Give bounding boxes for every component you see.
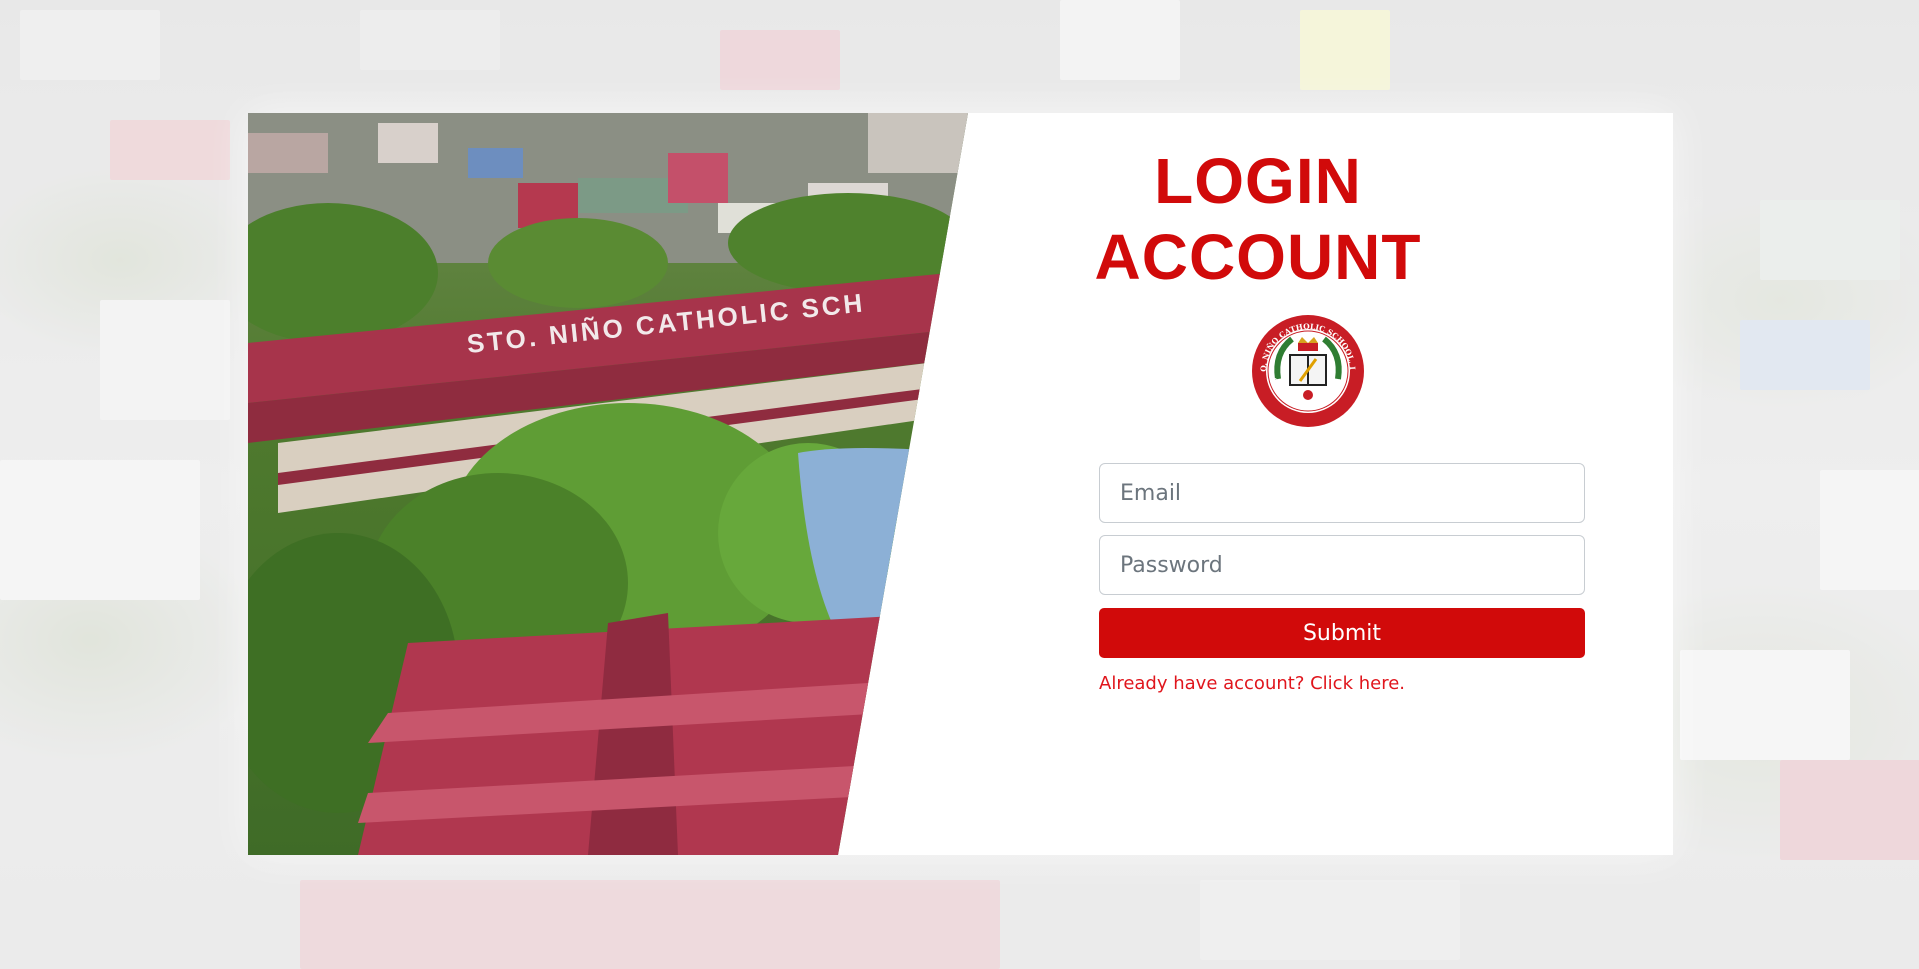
email-field[interactable] bbox=[1099, 463, 1585, 523]
school-seal-icon: STO. NIÑO CATHOLIC SCHOOL, INC SIGNAL VI… bbox=[1247, 306, 1364, 427]
password-field[interactable] bbox=[1099, 535, 1585, 595]
school-aerial-illustration: STO. NIÑO CATHOLIC SCH bbox=[248, 113, 968, 855]
already-have-account-link[interactable]: Already have account? Click here. bbox=[1099, 673, 1405, 694]
submit-button[interactable]: Submit bbox=[1099, 608, 1585, 658]
title-line-1: LOGIN bbox=[1154, 145, 1362, 217]
school-logo: STO. NIÑO CATHOLIC SCHOOL, INC SIGNAL VI… bbox=[1247, 306, 1366, 429]
page-title: LOGIN ACCOUNT bbox=[1068, 143, 1448, 295]
login-card: STO. NIÑO CATHOLIC SCH LOGIN ACCOUNT O. … bbox=[248, 113, 1673, 855]
school-aerial-photo: STO. NIÑO CATHOLIC SCH bbox=[248, 113, 968, 855]
title-line-2: ACCOUNT bbox=[1094, 221, 1422, 293]
